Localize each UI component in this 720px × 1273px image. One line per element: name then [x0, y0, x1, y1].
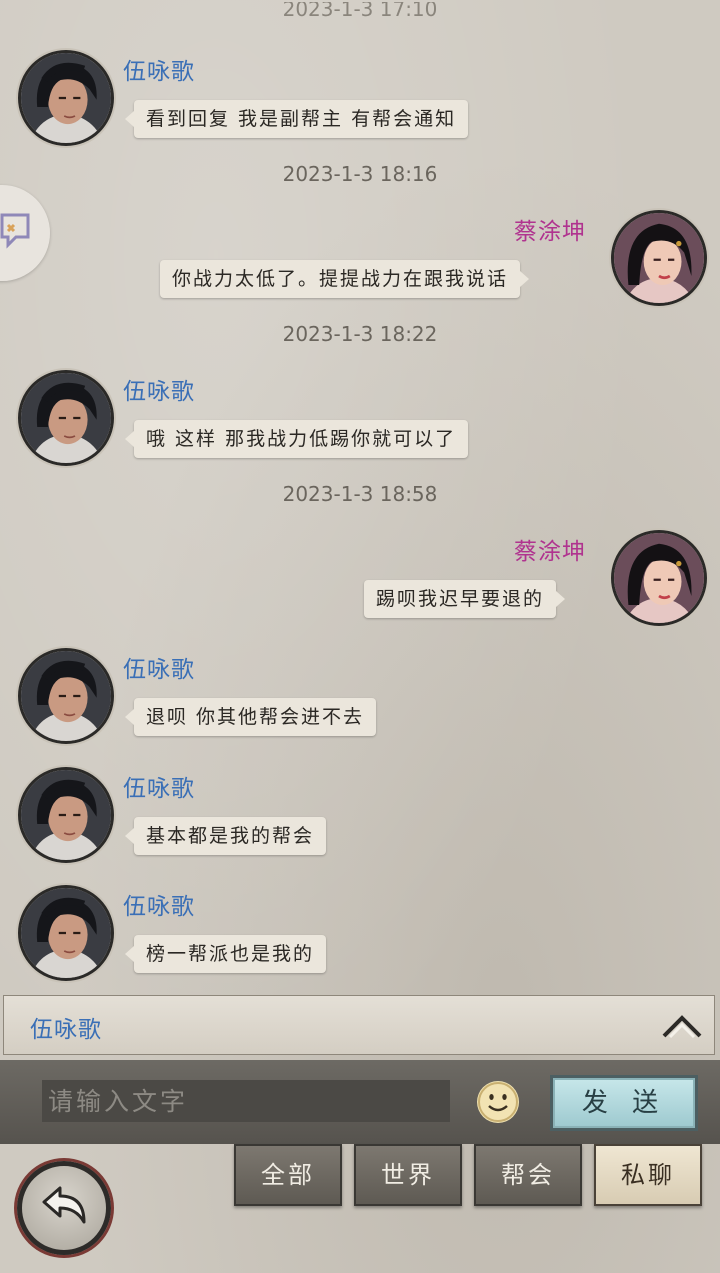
message-bubble: 退呗 你其他帮会进不去 [124, 698, 377, 736]
portrait [21, 770, 111, 860]
tab-world[interactable]: 世界 [354, 1144, 462, 1206]
portrait [21, 888, 111, 978]
portrait [614, 213, 704, 303]
avatar-sender[interactable] [18, 648, 114, 744]
sender-name[interactable]: 伍咏歌 [123, 650, 195, 684]
chat-bubble-icon [0, 213, 30, 249]
portrait [21, 651, 111, 741]
avatar-sender[interactable] [18, 50, 114, 146]
message-bubble: 看到回复 我是副帮主 有帮会通知 [124, 100, 469, 138]
portrait [21, 53, 111, 143]
avatar-sender[interactable] [18, 370, 114, 466]
tab-guild[interactable]: 帮会 [474, 1144, 582, 1206]
message-bubble: 踢呗我迟早要退的 [364, 580, 566, 618]
back-arrow-icon [42, 1186, 86, 1224]
tab-all[interactable]: 全部 [234, 1144, 342, 1206]
message-bubble: 哦 这样 那我战力低踢你就可以了 [124, 420, 469, 458]
avatar-sender[interactable] [18, 767, 114, 863]
message-input[interactable] [42, 1080, 450, 1122]
chat-target-name: 伍咏歌 [30, 1017, 102, 1043]
timestamp: 2023-1-3 17:10 [282, 2, 438, 20]
timestamp: 2023-1-3 18:16 [282, 162, 438, 186]
sender-name[interactable]: 伍咏歌 [123, 769, 195, 803]
smiley-icon [478, 1082, 518, 1122]
timestamp: 2023-1-3 18:22 [282, 322, 438, 346]
collapse-button[interactable] [660, 1010, 704, 1040]
input-bar: 发 送 [0, 1060, 720, 1144]
sender-name[interactable]: 蔡涂坤 [514, 532, 586, 566]
floating-chat-button[interactable] [0, 185, 50, 281]
sender-name[interactable]: 伍咏歌 [123, 52, 195, 86]
emoji-button[interactable] [477, 1081, 519, 1123]
avatar-self[interactable] [611, 210, 707, 306]
portrait [614, 533, 704, 623]
back-button[interactable] [17, 1161, 111, 1255]
avatar-self[interactable] [611, 530, 707, 626]
message-bubble: 基本都是我的帮会 [124, 817, 327, 855]
send-button[interactable]: 发 送 [550, 1075, 698, 1131]
portrait [21, 373, 111, 463]
sender-name[interactable]: 伍咏歌 [123, 887, 195, 921]
chat-target-bar[interactable]: 伍咏歌 [3, 995, 715, 1055]
message-bubble: 你战力太低了。提提战力在跟我说话 [160, 260, 530, 298]
avatar-sender[interactable] [18, 885, 114, 981]
sender-name[interactable]: 伍咏歌 [123, 372, 195, 406]
channel-bar: 全部 世界 帮会 私聊 [0, 1144, 720, 1273]
chat-history[interactable]: 2023-1-3 17:10 伍咏歌 看到回复 我是副帮主 有帮会通知 2023… [0, 0, 720, 995]
chevron-up-icon [662, 1015, 702, 1039]
sender-name[interactable]: 蔡涂坤 [514, 212, 586, 246]
message-bubble: 榜一帮派也是我的 [124, 935, 327, 973]
tab-private[interactable]: 私聊 [594, 1144, 702, 1206]
timestamp: 2023-1-3 18:58 [282, 482, 438, 506]
